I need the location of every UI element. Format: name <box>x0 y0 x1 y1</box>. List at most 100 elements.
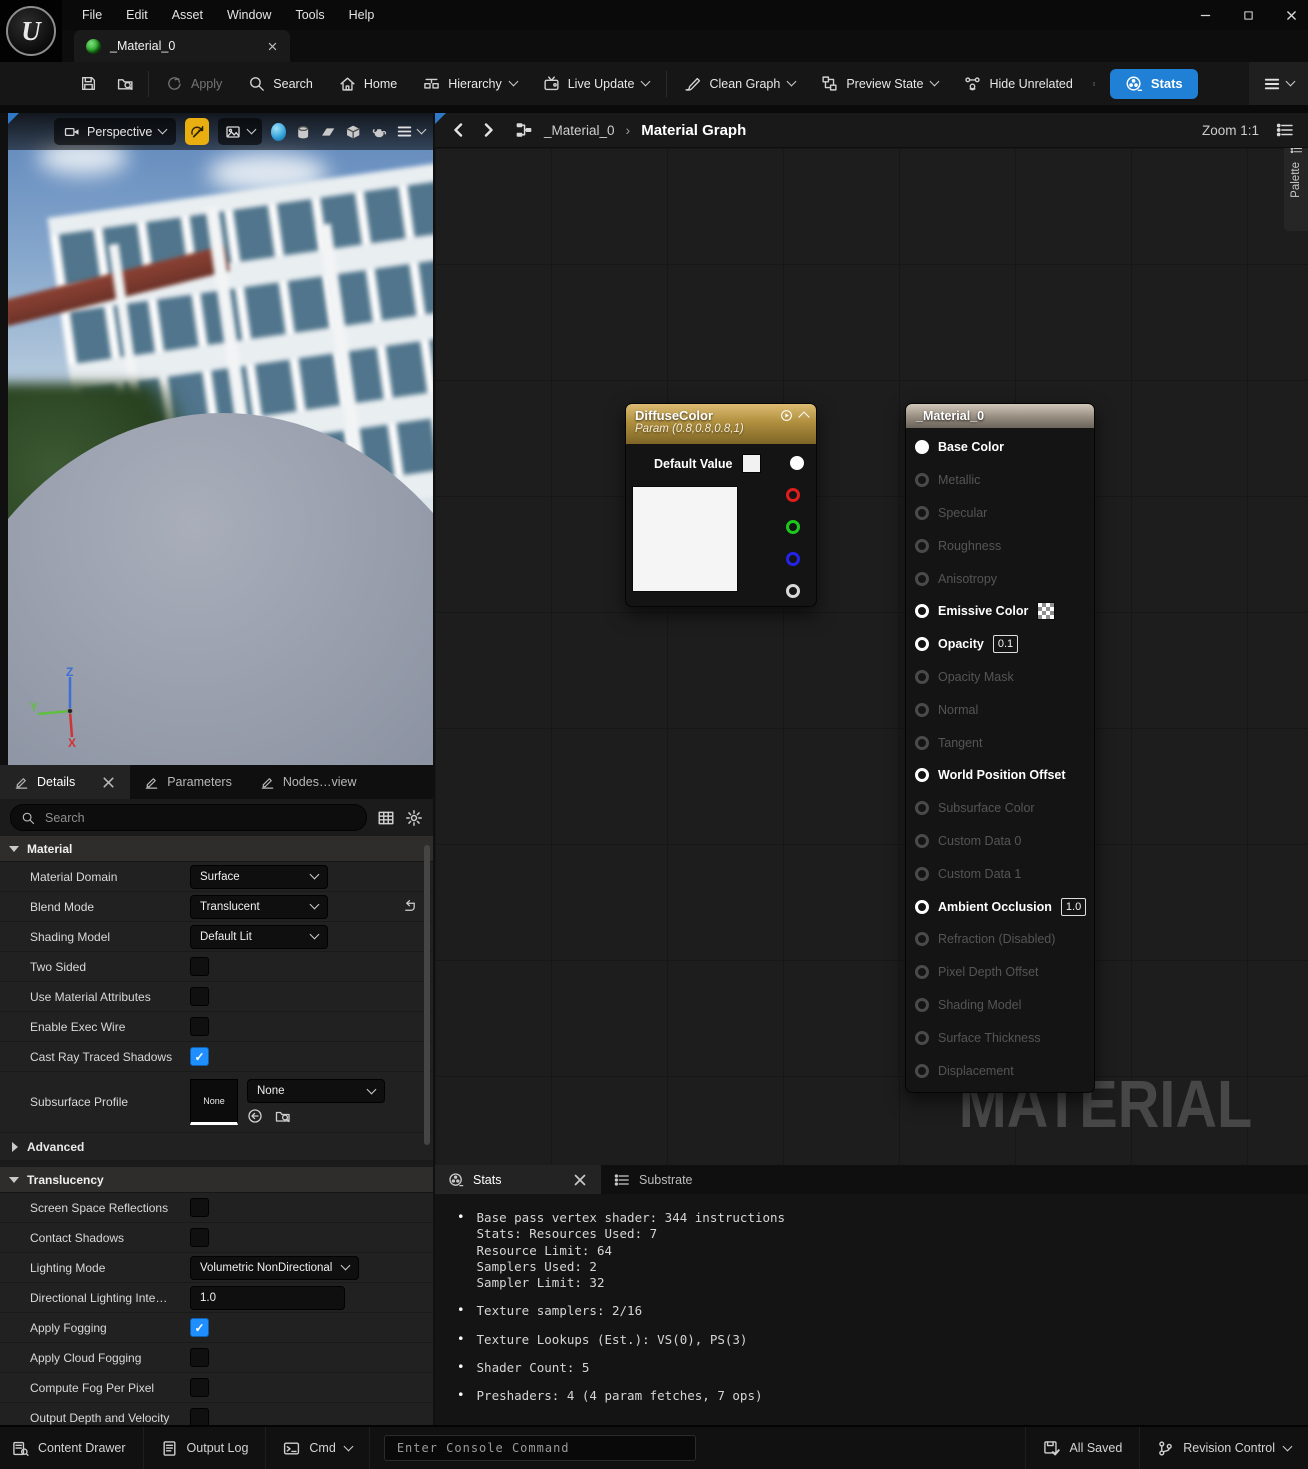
hierarchy-button[interactable]: Hierarchy <box>410 62 530 105</box>
input-pin-shading-model[interactable] <box>915 998 929 1012</box>
close-icon[interactable] <box>1285 9 1298 22</box>
screenshot-dropdown[interactable] <box>218 118 262 145</box>
asset-thumbnail[interactable]: None <box>190 1079 238 1125</box>
close-icon[interactable] <box>267 41 278 52</box>
console-command-box[interactable] <box>384 1435 696 1461</box>
input-pin-normal[interactable] <box>915 703 929 717</box>
input-pin-metallic[interactable] <box>915 473 929 487</box>
teapot-shape-button[interactable] <box>371 122 387 142</box>
input-pin-roughness[interactable] <box>915 539 929 553</box>
collapse-node-icon[interactable] <box>798 411 809 422</box>
input-pin-displacement[interactable] <box>915 1064 929 1078</box>
sphere-shape-button[interactable] <box>271 123 286 141</box>
tab-parameters[interactable]: Parameters <box>130 765 246 799</box>
cmd-dropdown[interactable]: Cmd <box>266 1427 369 1469</box>
clean-graph-button[interactable]: Clean Graph <box>671 62 808 105</box>
revision-control-button[interactable]: Revision Control <box>1139 1427 1308 1469</box>
input-pin-refraction-disabled[interactable] <box>915 932 929 946</box>
perspective-dropdown[interactable]: Perspective <box>54 118 176 145</box>
plane-shape-button[interactable] <box>320 122 336 142</box>
all-saved-button[interactable]: All Saved <box>1025 1427 1139 1469</box>
preview-state-button[interactable]: Preview State <box>808 62 951 105</box>
checkbox-enable-exec-wire[interactable] <box>190 1017 209 1036</box>
cycle-preview-button[interactable] <box>185 118 209 145</box>
menu-help[interactable]: Help <box>337 0 387 30</box>
checkbox-contact-shadows[interactable] <box>190 1228 209 1247</box>
section-translucency[interactable]: Translucency <box>0 1167 433 1193</box>
graph-canvas[interactable]: DiffuseColor Param (0.8,0.8,0.8,1) Defau… <box>435 148 1308 1165</box>
input-pin-ambient-occlusion[interactable] <box>915 900 929 914</box>
input-pin-world-position-offset[interactable] <box>915 768 929 782</box>
home-button[interactable]: Home <box>326 62 410 105</box>
checkbox-two-sided[interactable] <box>190 957 209 976</box>
maximize-icon[interactable] <box>1242 9 1255 22</box>
tab-material-0[interactable]: _Material_0 <box>74 30 290 62</box>
input-pin-base-color[interactable] <box>915 440 929 454</box>
section-material[interactable]: Material <box>0 836 433 862</box>
node-material-result[interactable]: _Material_0 Base ColorMetallicSpecularRo… <box>905 403 1095 1093</box>
output-pin-r[interactable] <box>786 488 800 502</box>
reset-arrow-icon[interactable] <box>402 899 417 914</box>
menu-window[interactable]: Window <box>215 0 283 30</box>
input-pin-pixel-depth-offset[interactable] <box>915 965 929 979</box>
minimize-icon[interactable] <box>1199 9 1212 22</box>
output-pin-b[interactable] <box>786 552 800 566</box>
checkbox-cast-ray-traced-shadows[interactable]: ✓ <box>190 1047 209 1066</box>
output-pin-rgba[interactable] <box>790 456 804 470</box>
tab-substrate[interactable]: Substrate <box>601 1165 706 1194</box>
dropdown-shading-model[interactable]: Default Lit <box>190 925 328 949</box>
close-icon[interactable] <box>572 1172 588 1188</box>
menu-tools[interactable]: Tools <box>283 0 336 30</box>
toolbar-settings-button[interactable] <box>1249 62 1308 105</box>
input-pin-emissive-color[interactable] <box>915 604 929 618</box>
viewport-options-button[interactable] <box>396 123 425 140</box>
details-searchbox[interactable] <box>10 804 367 831</box>
menu-asset[interactable]: Asset <box>160 0 215 30</box>
back-arrow-icon[interactable] <box>449 122 468 138</box>
search-button[interactable]: Search <box>235 62 326 105</box>
checkbox-compute-fog-per-pixel[interactable] <box>190 1378 209 1397</box>
preview-node-icon[interactable] <box>780 409 793 422</box>
checkbox-output-depth-and-velocity[interactable] <box>190 1408 209 1425</box>
palette-tab[interactable]: Palette <box>1284 135 1308 231</box>
console-command-input[interactable] <box>395 1440 685 1456</box>
cube-shape-button[interactable] <box>345 122 361 142</box>
input-pin-tangent[interactable] <box>915 736 929 750</box>
input-directional-lighting-inte[interactable]: 1.0 <box>190 1286 345 1310</box>
dropdown-lighting-mode[interactable]: Volumetric NonDirectional <box>190 1256 359 1280</box>
node-diffusecolor[interactable]: DiffuseColor Param (0.8,0.8,0.8,1) Defau… <box>625 403 817 607</box>
cylinder-shape-button[interactable] <box>295 122 311 142</box>
menu-file[interactable]: File <box>70 0 114 30</box>
input-pin-custom-data-0[interactable] <box>915 834 929 848</box>
input-pin-opacity[interactable] <box>915 637 929 651</box>
input-pin-surface-thickness[interactable] <box>915 1031 929 1045</box>
browse-asset-button[interactable] <box>107 62 144 105</box>
default-value-swatch[interactable] <box>742 454 761 473</box>
preview-viewport[interactable]: Perspective Z Y X <box>8 113 433 765</box>
input-pin-specular[interactable] <box>915 506 929 520</box>
tab-stats[interactable]: Stats <box>435 1165 601 1194</box>
stats-button[interactable]: Stats <box>1110 69 1198 99</box>
browse-asset-icon[interactable] <box>275 1108 291 1124</box>
checker-swatch-icon[interactable] <box>1037 602 1055 620</box>
breadcrumb-root[interactable]: _Material_0 <box>544 123 615 138</box>
input-pin-anisotropy[interactable] <box>915 572 929 586</box>
list-settings-icon[interactable] <box>1276 121 1294 139</box>
gear-icon[interactable] <box>405 809 423 827</box>
section-advanced[interactable]: Advanced <box>0 1133 433 1161</box>
details-scrollbar[interactable] <box>424 845 430 1145</box>
close-icon[interactable] <box>101 775 116 790</box>
more-options-icon[interactable] <box>1092 75 1096 93</box>
checkbox-apply-cloud-fogging[interactable] <box>190 1348 209 1367</box>
apply-button[interactable]: Apply <box>153 62 235 105</box>
tab-details[interactable]: Details <box>0 765 130 799</box>
forward-arrow-icon[interactable] <box>479 122 498 138</box>
checkbox-use-material-attributes[interactable] <box>190 987 209 1006</box>
input-pin-custom-data-1[interactable] <box>915 867 929 881</box>
tab-nodes-view[interactable]: Nodes…view <box>246 765 371 799</box>
input-pin-opacity-mask[interactable] <box>915 670 929 684</box>
dropdown-material-domain[interactable]: Surface <box>190 865 328 889</box>
input-pin-subsurface-color[interactable] <box>915 801 929 815</box>
dropdown-subsurface-profile[interactable]: None <box>247 1079 385 1103</box>
checkbox-screen-space-reflections[interactable] <box>190 1198 209 1217</box>
